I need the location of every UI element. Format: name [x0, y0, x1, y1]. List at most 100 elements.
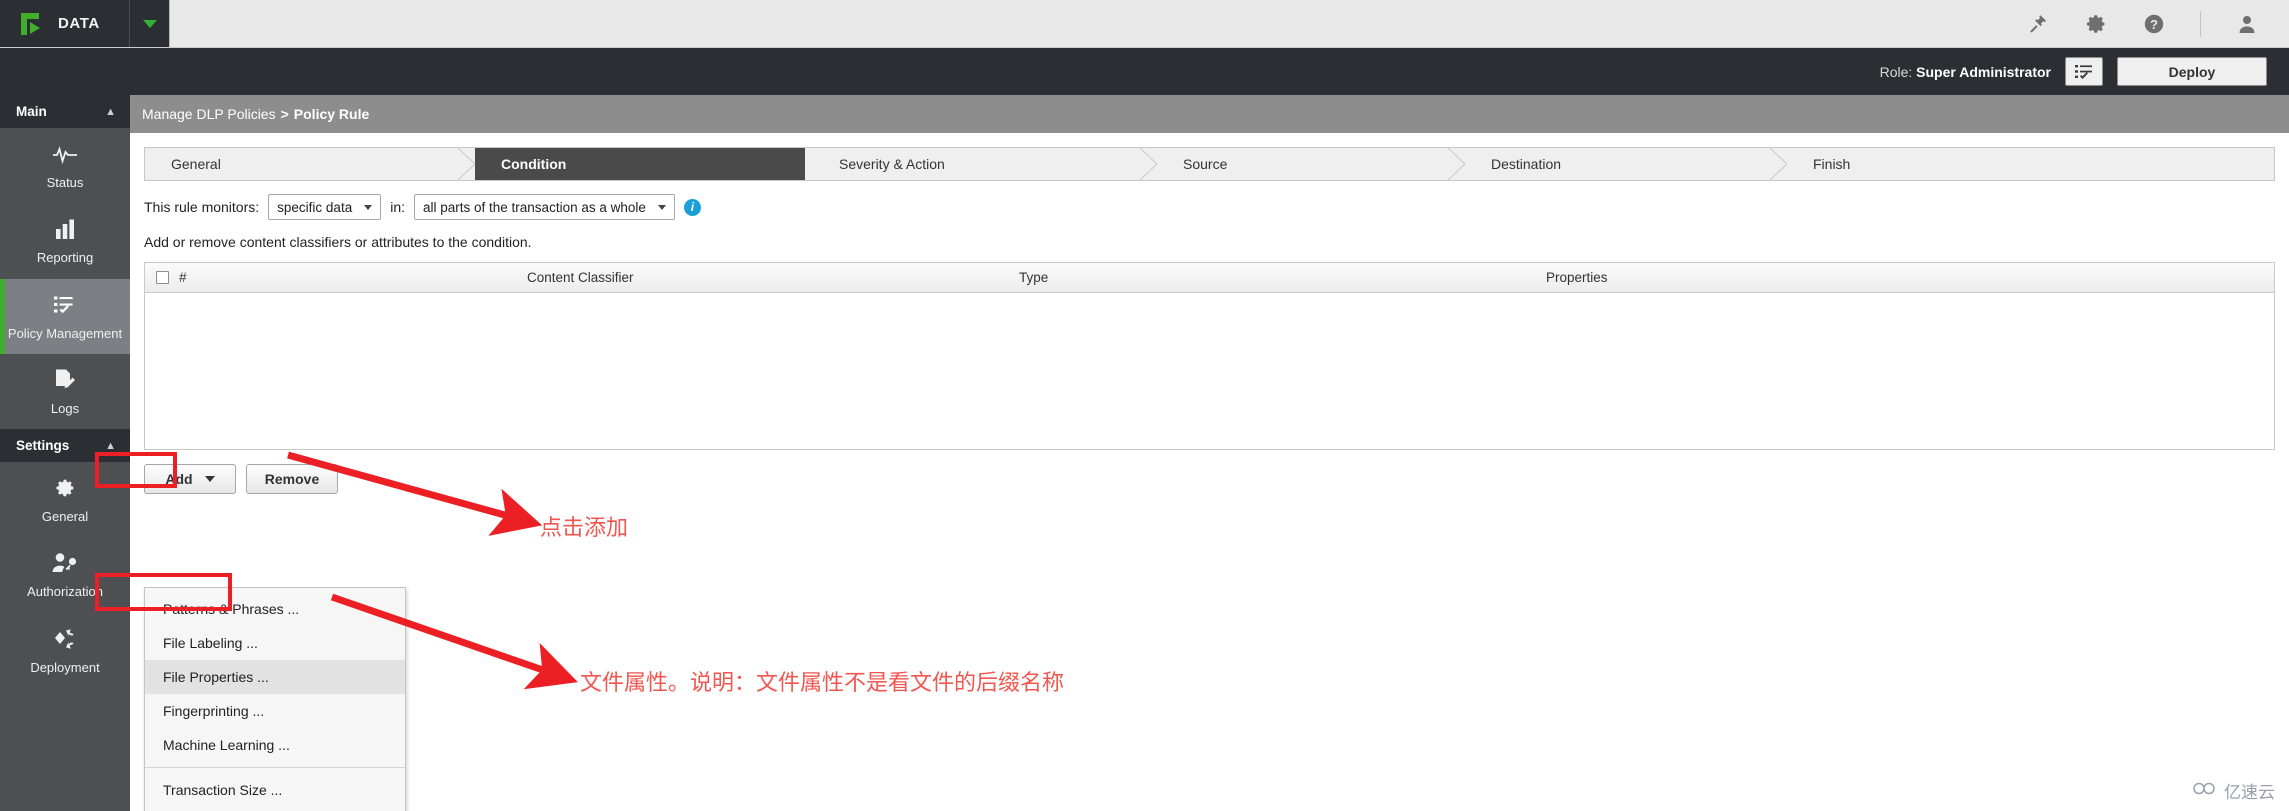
sidebar-group-settings-label: Settings	[16, 438, 70, 453]
pending-changes-button[interactable]	[2065, 57, 2103, 86]
tab-source-label: Source	[1183, 156, 1228, 172]
sidebar-item-authorization-label: Authorization	[27, 584, 103, 600]
select-all-checkbox[interactable]	[155, 271, 169, 284]
tab-condition[interactable]: Condition	[475, 148, 805, 180]
remove-button[interactable]: Remove	[246, 464, 338, 494]
top-bar-actions: ?	[2026, 0, 2289, 47]
grid-col-type[interactable]: Type	[1011, 270, 1538, 285]
data-type-select[interactable]: specific data	[268, 194, 382, 220]
info-icon[interactable]: i	[683, 198, 701, 216]
sidebar-item-logs-label: Logs	[50, 400, 80, 416]
select-all-cell	[145, 271, 171, 284]
sidebar-item-general[interactable]: General	[0, 462, 130, 537]
sidebar-item-status-label: Status	[46, 175, 84, 190]
breadcrumb-root[interactable]: Manage DLP Policies	[142, 106, 276, 122]
tab-destination[interactable]: Destination	[1465, 147, 1788, 181]
tab-destination-label: Destination	[1491, 156, 1562, 172]
tab-finish[interactable]: Finish	[1787, 148, 2274, 180]
menu-item-patterns-phrases[interactable]: Patterns & Phrases ...	[145, 592, 405, 626]
forcepoint-logo	[18, 11, 44, 37]
sidebar-item-authorization[interactable]: Authorization	[0, 537, 130, 612]
wizard-tabs: General Condition Severity & Action Sour…	[144, 147, 2275, 181]
top-bar: DATA ?	[0, 0, 2289, 48]
watermark: 亿速云	[2192, 778, 2275, 803]
menu-item-file-labeling[interactable]: File Labeling ...	[145, 626, 405, 660]
scope-select-value: all parts of the transaction as a whole	[423, 199, 646, 215]
top-bar-spacer	[170, 0, 2026, 47]
sidebar-item-reporting-label: Reporting	[36, 250, 94, 266]
checklist-icon	[2075, 64, 2092, 79]
annotation-label-file-properties: 文件属性。说明：文件属性不是看文件的后缀名称	[580, 671, 1065, 696]
product-name: DATA	[58, 15, 100, 32]
tab-source[interactable]: Source	[1157, 147, 1466, 181]
sidebar-item-deployment-label: Deployment	[30, 659, 100, 675]
menu-item-machine-learning[interactable]: Machine Learning ...	[145, 728, 405, 762]
deploy-nodes-icon	[4, 627, 126, 653]
product-switcher-button[interactable]	[130, 0, 170, 47]
chevron-down-icon	[142, 19, 157, 28]
role-label: Role:	[1879, 63, 1913, 80]
tab-finish-label: Finish	[1813, 156, 1851, 172]
role-bar: Role: Super Administrator Deploy	[0, 48, 2289, 95]
gear-icon[interactable]	[2084, 12, 2108, 36]
tab-chevron-icon	[457, 147, 476, 181]
add-button-label: Add	[165, 471, 193, 487]
add-classifier-menu: Patterns & Phrases ... File Labeling ...…	[144, 587, 406, 811]
role-value: Super Administrator	[1916, 63, 2051, 80]
sidebar-item-reporting[interactable]: Reporting	[0, 203, 130, 278]
add-button[interactable]: Add	[144, 464, 236, 494]
sidebar-group-settings[interactable]: Settings ▲	[0, 429, 130, 462]
menu-separator	[145, 767, 405, 768]
bar-chart-icon	[4, 217, 126, 243]
plugin-icon[interactable]	[2026, 12, 2050, 36]
condition-hint: Add or remove content classifiers or att…	[144, 234, 532, 250]
tab-condition-label: Condition	[501, 156, 567, 172]
brand-block[interactable]: DATA	[0, 0, 130, 47]
grid-col-index[interactable]: #	[171, 270, 519, 285]
sidebar-item-status[interactable]: Status	[0, 128, 130, 203]
menu-item-fingerprinting[interactable]: Fingerprinting ...	[145, 694, 405, 728]
role-indicator: Role: Super Administrator	[1880, 64, 2051, 80]
tab-general-label: General	[171, 156, 221, 172]
help-icon[interactable]: ?	[2142, 12, 2166, 36]
tab-chevron-icon	[788, 148, 806, 180]
scope-select[interactable]: all parts of the transaction as a whole	[414, 194, 675, 220]
grid-body	[145, 293, 2274, 449]
chevron-down-icon	[204, 476, 215, 482]
tab-general[interactable]: General	[145, 147, 476, 181]
tab-chevron-icon	[1769, 147, 1788, 181]
grid-header-row: # Content Classifier Type Properties	[145, 263, 2274, 293]
annotation-label-click-add: 点击添加	[540, 516, 629, 541]
cloud-icon	[2192, 780, 2218, 801]
rule-monitor-prefix: This rule monitors:	[144, 199, 260, 215]
gear-icon	[4, 476, 126, 502]
chevron-up-icon: ▲	[105, 439, 116, 452]
content-area: Manage DLP Policies > Policy Rule Genera…	[130, 95, 2289, 811]
sidebar-item-logs[interactable]: Logs	[0, 354, 130, 429]
sidebar-item-policy-management[interactable]: Policy Management	[0, 278, 130, 355]
rule-monitor-row: This rule monitors: specific data in: al…	[130, 181, 2289, 220]
breadcrumb-separator: >	[280, 106, 289, 122]
deploy-button[interactable]: Deploy	[2117, 57, 2267, 86]
breadcrumb: Manage DLP Policies > Policy Rule	[130, 95, 2289, 133]
menu-item-transaction-size[interactable]: Transaction Size ...	[145, 773, 405, 807]
tab-severity-action[interactable]: Severity & Action	[805, 147, 1158, 181]
chevron-up-icon: ▲	[105, 105, 116, 118]
sidebar-item-policy-management-label: Policy Management	[7, 325, 123, 341]
sidebar-item-general-label: General	[41, 509, 89, 524]
menu-item-file-properties[interactable]: File Properties ...	[145, 660, 405, 694]
watermark-text: 亿速云	[2224, 783, 2275, 803]
sidebar-group-main[interactable]: Main ▲	[0, 95, 130, 128]
sidebar: Main ▲ Status Reporting Policy Managemen…	[0, 95, 130, 811]
checklist-icon	[4, 293, 126, 319]
grid-col-content-classifier[interactable]: Content Classifier	[519, 270, 1011, 285]
user-icon[interactable]	[2235, 12, 2259, 36]
sidebar-item-deployment[interactable]: Deployment	[0, 613, 130, 688]
breadcrumb-current: Policy Rule	[293, 106, 370, 122]
svg-text:?: ?	[2150, 17, 2158, 32]
chevron-down-icon	[657, 204, 666, 210]
application-window: DATA ? Role: Super Administrator Deploy …	[0, 0, 2289, 811]
grid-col-properties[interactable]: Properties	[1538, 270, 2274, 285]
data-type-select-value: specific data	[277, 199, 353, 215]
chevron-down-icon	[364, 204, 373, 210]
